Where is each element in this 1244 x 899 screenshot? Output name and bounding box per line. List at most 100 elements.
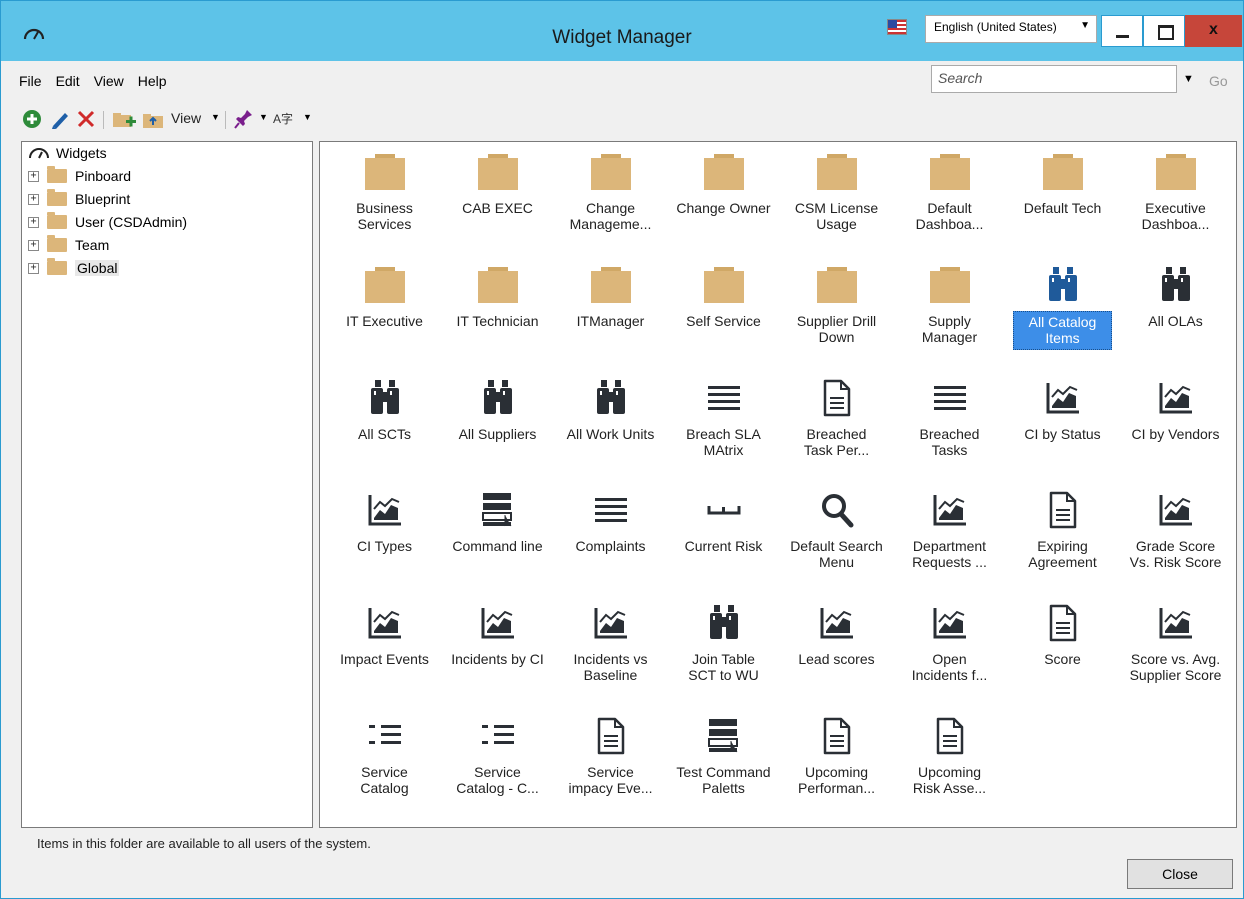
widget-item[interactable]: Expiring Agreement xyxy=(1006,484,1119,594)
add-icon[interactable] xyxy=(21,107,43,131)
widget-item[interactable]: Impact Events xyxy=(328,597,441,707)
minimize-button[interactable] xyxy=(1101,15,1143,47)
widget-item-label: Self Service xyxy=(686,313,761,329)
widget-item[interactable]: Default Tech xyxy=(1006,146,1119,256)
folder-icon xyxy=(47,189,67,206)
widget-item[interactable]: Breached Tasks xyxy=(893,372,1006,482)
widget-item[interactable]: Service Catalog - C... xyxy=(441,710,554,820)
title-bar[interactable]: Widget Manager English (United States) ▼… xyxy=(1,1,1243,61)
menu-edit[interactable]: Edit xyxy=(56,73,80,93)
widget-item[interactable]: Service Catalog xyxy=(328,710,441,820)
widget-item[interactable]: Complaints xyxy=(554,484,667,594)
widget-item[interactable]: Open Incidents f... xyxy=(893,597,1006,707)
expand-icon[interactable]: + xyxy=(28,262,39,274)
widget-item[interactable]: All Suppliers xyxy=(441,372,554,482)
widget-item[interactable]: IT Executive xyxy=(328,259,441,369)
widget-item[interactable]: Test Command Paletts xyxy=(667,710,780,820)
search-input[interactable]: Search xyxy=(931,65,1177,93)
language-select[interactable]: English (United States) ▼ xyxy=(925,15,1097,43)
widget-item[interactable]: Supply Manager xyxy=(893,259,1006,369)
font-size-icon[interactable]: A字 xyxy=(273,110,293,134)
widget-item-label: Business Services xyxy=(356,200,413,232)
widget-item[interactable]: Incidents vs Baseline xyxy=(554,597,667,707)
widget-item[interactable]: All OLAs xyxy=(1119,259,1232,369)
widget-item[interactable]: Business Services xyxy=(328,146,441,256)
widget-item[interactable]: Self Service xyxy=(667,259,780,369)
move-folder-icon[interactable] xyxy=(141,107,165,131)
view-dropdown-icon[interactable]: ▼ xyxy=(211,112,220,136)
widget-item[interactable]: Score vs. Avg. Supplier Score xyxy=(1119,597,1232,707)
widget-item[interactable]: Supplier Drill Down xyxy=(780,259,893,369)
go-button[interactable]: Go xyxy=(1209,73,1228,89)
widget-item[interactable]: IT Technician xyxy=(441,259,554,369)
edit-pencil-icon[interactable] xyxy=(49,107,71,131)
toolbar: View ▼ ▼ A字 ▼ xyxy=(19,107,439,133)
widget-item[interactable]: All Work Units xyxy=(554,372,667,482)
pin-icon[interactable] xyxy=(233,107,255,131)
widget-item[interactable]: All Catalog Items xyxy=(1006,259,1119,369)
widget-item[interactable]: Default Search Menu xyxy=(780,484,893,594)
widget-item-label: CSM License Usage xyxy=(794,200,879,232)
widget-manager-window: Widget Manager English (United States) ▼… xyxy=(0,0,1244,899)
widget-item-label: Expiring Agreement xyxy=(1028,538,1097,570)
widget-item[interactable]: Default Dashboa... xyxy=(893,146,1006,256)
expand-icon[interactable]: + xyxy=(28,193,39,205)
expand-icon[interactable]: + xyxy=(28,239,39,251)
widget-item[interactable]: CSM License Usage xyxy=(780,146,893,256)
widget-item[interactable]: ITManager xyxy=(554,259,667,369)
widget-item-label: ITManager xyxy=(576,313,645,329)
widget-item[interactable]: Upcoming Performan... xyxy=(780,710,893,820)
tree-node-blueprint[interactable]: + Blueprint xyxy=(28,189,130,209)
widget-item[interactable]: Service impacy Eve... xyxy=(554,710,667,820)
search-dropdown-icon[interactable]: ▼ xyxy=(1183,73,1194,85)
widget-item[interactable]: Executive Dashboa... xyxy=(1119,146,1232,256)
widget-item[interactable]: Grade Score Vs. Risk Score xyxy=(1119,484,1232,594)
tree-node-global[interactable]: + Global xyxy=(28,258,120,278)
folder-icon xyxy=(441,265,554,305)
view-menu-button[interactable]: View xyxy=(171,110,201,134)
pin-dropdown-icon[interactable]: ▼ xyxy=(259,112,268,136)
widget-item[interactable]: CAB EXEC xyxy=(441,146,554,256)
menu-view[interactable]: View xyxy=(94,73,124,93)
expand-icon[interactable]: + xyxy=(28,216,39,228)
widget-item-label: Default Dashboa... xyxy=(915,200,984,232)
widget-item[interactable]: Change Owner xyxy=(667,146,780,256)
widget-item[interactable]: Current Risk xyxy=(667,484,780,594)
maximize-button[interactable] xyxy=(1143,15,1185,47)
widget-item[interactable]: Lead scores xyxy=(780,597,893,707)
chevron-down-icon: ▼ xyxy=(1080,20,1090,31)
menu-file[interactable]: File xyxy=(19,73,42,93)
widget-item[interactable]: CI by Vendors xyxy=(1119,372,1232,482)
close-window-button[interactable]: x xyxy=(1185,15,1242,47)
widget-item[interactable]: Upcoming Risk Asse... xyxy=(893,710,1006,820)
widget-item[interactable]: Score xyxy=(1006,597,1119,707)
folder-icon xyxy=(328,152,441,192)
font-dropdown-icon[interactable]: ▼ xyxy=(303,112,312,136)
widget-item[interactable]: Breached Task Per... xyxy=(780,372,893,482)
tree-node-team[interactable]: + Team xyxy=(28,235,109,255)
widget-item[interactable]: CI Types xyxy=(328,484,441,594)
new-folder-icon[interactable] xyxy=(111,107,137,131)
close-button[interactable]: Close xyxy=(1127,859,1233,889)
widget-item-label: Change Manageme... xyxy=(569,200,652,232)
widget-item-label: CI by Status xyxy=(1024,426,1101,442)
widget-item[interactable]: Department Requests ... xyxy=(893,484,1006,594)
expand-icon[interactable]: + xyxy=(28,170,39,182)
folder-icon xyxy=(328,265,441,305)
widget-item[interactable]: Join Table SCT to WU xyxy=(667,597,780,707)
widget-item[interactable]: Command line xyxy=(441,484,554,594)
widget-item[interactable]: All SCTs xyxy=(328,372,441,482)
tree-node-user[interactable]: + User (CSDAdmin) xyxy=(28,212,187,232)
widget-item[interactable]: Incidents by CI xyxy=(441,597,554,707)
menu-help[interactable]: Help xyxy=(138,73,167,93)
widget-item[interactable]: CI by Status xyxy=(1006,372,1119,482)
tree-node-pinboard[interactable]: + Pinboard xyxy=(28,166,131,186)
widget-item[interactable]: Breach SLA MAtrix xyxy=(667,372,780,482)
widget-item-label: CAB EXEC xyxy=(462,200,533,216)
delete-icon[interactable] xyxy=(75,107,97,131)
widget-item[interactable]: Change Manageme... xyxy=(554,146,667,256)
widget-item-label: Supply Manager xyxy=(921,313,978,345)
widget-item-label: Service Catalog xyxy=(360,764,409,796)
tree-root[interactable]: Widgets xyxy=(22,144,107,162)
widget-item-label: Default Tech xyxy=(1023,200,1102,216)
